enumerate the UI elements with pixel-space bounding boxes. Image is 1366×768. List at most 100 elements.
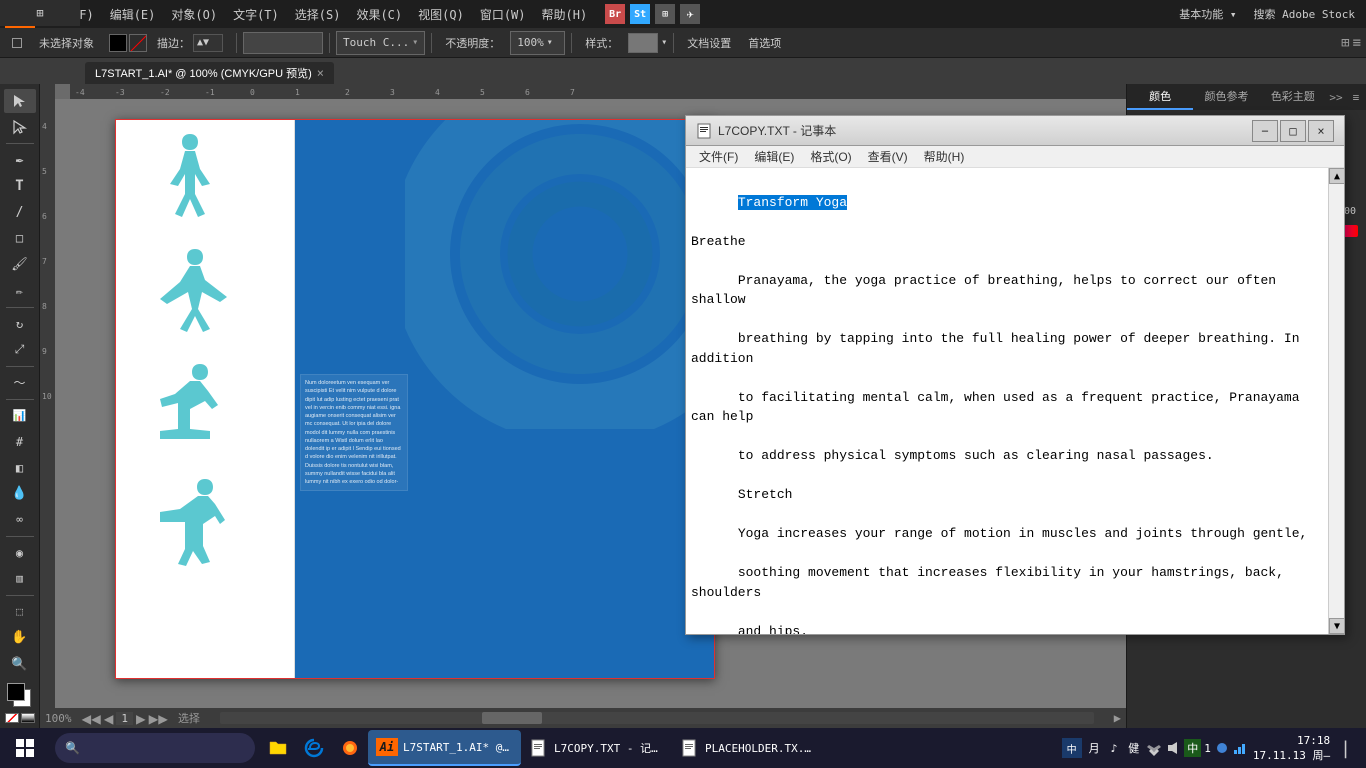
color-fill-box xyxy=(243,32,323,54)
next-btn[interactable]: ▶ xyxy=(136,709,146,728)
blend-tool[interactable]: ∞ xyxy=(4,508,36,532)
more-icon[interactable]: ≡ xyxy=(1353,35,1361,51)
notepad-text-area[interactable]: Transform Yoga Breathe Pranayama, the yo… xyxy=(686,168,1328,634)
fill-stroke-swatches[interactable] xyxy=(7,683,33,709)
document-tab[interactable]: L7START_1.AI* @ 100% (CMYK/GPU 预览) × xyxy=(85,62,334,84)
workspace-label[interactable]: 基本功能 ▾ xyxy=(1173,6,1242,22)
selection-tool[interactable] xyxy=(4,89,36,113)
taskbar-explorer-icon[interactable] xyxy=(260,730,296,766)
doc-settings-btn[interactable]: 文档设置 xyxy=(680,31,738,55)
eyedropper-tool[interactable]: 💧 xyxy=(4,482,36,506)
notepad-menu-format[interactable]: 格式(O) xyxy=(802,146,859,168)
start-button[interactable] xyxy=(0,728,50,768)
none-color-swatches xyxy=(5,713,35,723)
rect-tool[interactable]: □ xyxy=(4,226,36,250)
hand-tool[interactable]: ✋ xyxy=(4,626,36,650)
stock-search[interactable]: 搜索 Adobe Stock xyxy=(1248,6,1361,22)
pencil-tool[interactable]: ✏ xyxy=(4,279,36,303)
graph-tool[interactable]: 📊 xyxy=(4,403,36,427)
notepad-scrollbar[interactable]: ▲ ▼ xyxy=(1328,168,1344,634)
panel-toggle[interactable]: ⊞ xyxy=(0,0,80,26)
tab-color[interactable]: 颜色 xyxy=(1127,84,1193,110)
taskbar-firefox-icon[interactable] xyxy=(332,730,368,766)
menu-text[interactable]: 文字(T) xyxy=(225,0,287,28)
decorative-circles xyxy=(405,119,715,429)
touch-dropdown[interactable]: Touch C... ▾ xyxy=(336,31,425,55)
scrollbar-up-btn[interactable]: ▲ xyxy=(1329,168,1344,184)
panel-expand-btn[interactable]: >> xyxy=(1326,84,1346,110)
none-swatch[interactable] xyxy=(5,713,19,723)
notepad-close-btn[interactable]: × xyxy=(1308,120,1334,142)
menu-view[interactable]: 视图(Q) xyxy=(410,0,472,28)
show-desktop-btn[interactable]: | xyxy=(1335,738,1356,759)
send-icon[interactable]: ✈ xyxy=(680,4,700,24)
taskbar-edge-icon[interactable] xyxy=(296,730,332,766)
select-tool-indicator xyxy=(5,31,29,55)
scroll-right-btn[interactable]: ▶ xyxy=(1114,711,1121,725)
notepad-maximize-btn[interactable]: □ xyxy=(1280,120,1306,142)
taskbar-app-notepad2[interactable]: PLACEHOLDER.TX... xyxy=(672,730,823,766)
tab-color-guide[interactable]: 颜色参考 xyxy=(1193,84,1259,110)
scale-tool[interactable]: ⤢ xyxy=(4,338,36,362)
prev-btn[interactable]: ◀ xyxy=(104,709,114,728)
grid-icon[interactable]: ⊞ xyxy=(655,4,675,24)
menu-help[interactable]: 帮助(H) xyxy=(534,0,596,28)
notepad-minimize-btn[interactable]: − xyxy=(1252,120,1278,142)
page-number[interactable]: 1 xyxy=(116,712,133,725)
menu-object[interactable]: 对象(O) xyxy=(163,0,225,28)
style-arrow[interactable]: ▾ xyxy=(661,37,667,48)
notepad-menu-help[interactable]: 帮助(H) xyxy=(916,146,973,168)
tab-close-btn[interactable]: × xyxy=(317,66,324,80)
tab-bar: ⊞ L7START_1.AI* @ 100% (CMYK/GPU 预览) × xyxy=(0,58,1366,84)
page-nav[interactable]: ◀◀ ◀ 1 ▶ ▶▶ xyxy=(82,709,168,728)
zoom-tool[interactable]: 🔍 xyxy=(4,652,36,676)
taskbar-app-notepad1[interactable]: L7COPY.TXT - 记... xyxy=(521,730,672,766)
pen-tool[interactable]: ✒ xyxy=(4,148,36,172)
notepad-menu-view[interactable]: 查看(V) xyxy=(860,146,916,168)
rotate-tool[interactable]: ↻ xyxy=(4,311,36,335)
symbol-tool[interactable]: ◉ xyxy=(4,541,36,565)
ime-icon[interactable]: 中 xyxy=(1062,738,1082,758)
taskbar-app-illustrator[interactable]: Ai L7START_1.AI* @... xyxy=(368,730,521,766)
artboard-tool[interactable]: ⬚ xyxy=(4,600,36,624)
direct-selection-tool[interactable] xyxy=(4,115,36,139)
tab-color-theme[interactable]: 色彩主题 xyxy=(1260,84,1326,110)
tool-divider-2 xyxy=(6,307,34,308)
gradient-swatch[interactable] xyxy=(21,713,35,723)
mesh-tool[interactable]: # xyxy=(4,430,36,454)
svg-text:-4: -4 xyxy=(75,88,85,97)
stroke-swatch[interactable] xyxy=(129,34,147,52)
fill-swatch[interactable] xyxy=(109,34,127,52)
next-page-btn[interactable]: ▶▶ xyxy=(149,709,168,728)
prev-page-btn[interactable]: ◀◀ xyxy=(82,709,101,728)
taskbar-search-box[interactable]: 🔍 xyxy=(55,733,255,763)
taskbar-search-input[interactable] xyxy=(85,741,245,755)
menu-effect[interactable]: 效果(C) xyxy=(348,0,410,28)
svg-text:0: 0 xyxy=(250,88,255,97)
horizontal-scrollbar[interactable] xyxy=(220,712,1094,724)
input-method-indicator[interactable]: 中 xyxy=(1184,739,1201,757)
menu-window[interactable]: 窗口(W) xyxy=(472,0,534,28)
line-tool[interactable]: / xyxy=(4,200,36,224)
column-graph-tool[interactable]: ▥ xyxy=(4,567,36,591)
preferences-btn[interactable]: 首选项 xyxy=(741,31,788,55)
paintbrush-tool[interactable]: 🖌 xyxy=(4,252,36,276)
style-swatch[interactable] xyxy=(628,33,658,53)
type-tool[interactable]: T xyxy=(4,174,36,198)
notepad-menu-file[interactable]: 文件(F) xyxy=(691,146,746,168)
opacity-value[interactable]: 100% ▾ xyxy=(510,31,565,55)
yoga-figures-container xyxy=(130,129,260,574)
arrange-icon[interactable]: ⊞ xyxy=(1341,35,1349,51)
separator-2 xyxy=(329,33,330,53)
gradient-tool[interactable]: ◧ xyxy=(4,456,36,480)
scrollbar-down-btn[interactable]: ▼ xyxy=(1329,618,1344,634)
taskbar-ai-label: L7START_1.AI* @... xyxy=(403,741,513,754)
menu-select[interactable]: 选择(S) xyxy=(287,0,349,28)
menu-edit[interactable]: 编辑(E) xyxy=(102,0,164,28)
scrollbar-thumb[interactable] xyxy=(482,712,542,724)
panel-menu-btn[interactable]: ≡ xyxy=(1346,84,1366,110)
num-indicator[interactable]: 1 xyxy=(1204,742,1211,755)
notepad-menu-edit[interactable]: 编辑(E) xyxy=(746,146,802,168)
svg-text:-2: -2 xyxy=(160,88,170,97)
warp-tool[interactable]: 〜 xyxy=(4,371,36,395)
